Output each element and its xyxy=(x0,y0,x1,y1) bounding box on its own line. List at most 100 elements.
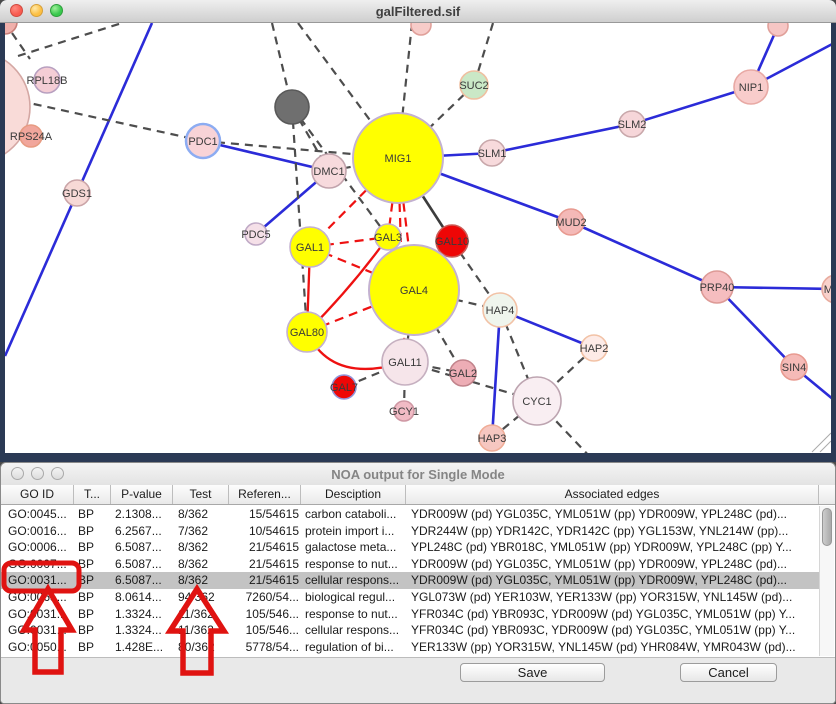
node-label-gal10: GAL10 xyxy=(435,236,469,248)
table-cell: YFR034C (pd) YBR093C, YDR009W (pd) YGL03… xyxy=(406,606,819,623)
table-cell: 15/54615 xyxy=(229,506,301,523)
table-cell: 21/54615 xyxy=(229,556,301,573)
table-cell: 11/362 xyxy=(173,606,229,623)
node-label-sin4: SIN4 xyxy=(782,362,806,374)
close-button-inactive[interactable] xyxy=(11,467,24,480)
table-row-6[interactable]: GO:0031...BP1.3324...11/362105/546...res… xyxy=(1,606,819,623)
node-label-nip1: NIP1 xyxy=(739,82,763,94)
table-cell: GO:0006... xyxy=(1,539,74,556)
table-cell: 6.2567... xyxy=(111,523,173,540)
node-label-mig1: MIG1 xyxy=(385,153,412,165)
table-cell: 1.428E... xyxy=(111,639,173,656)
close-button[interactable] xyxy=(10,4,23,17)
table-cell: GO:0016... xyxy=(1,523,74,540)
edge-blue xyxy=(492,310,500,438)
minimize-button[interactable] xyxy=(30,4,43,17)
edge-thin xyxy=(812,433,831,452)
scrollbar-thumb[interactable] xyxy=(822,508,832,546)
noa-traffic-lights xyxy=(11,467,64,480)
table-cell: BP xyxy=(74,572,111,589)
table-cell: BP xyxy=(74,639,111,656)
table-cell: 2.1308... xyxy=(111,506,173,523)
node-label-slm1: SLM1 xyxy=(478,148,507,160)
table-cell: BP xyxy=(74,622,111,639)
table-cell: GO:0065... xyxy=(1,589,74,606)
table-cell: 21/54615 xyxy=(229,572,301,589)
table-cell: 1.3324... xyxy=(111,606,173,623)
table-cell: GO:0007... xyxy=(1,556,74,573)
table-cell: YDR009W (pd) YGL035C, YML051W (pp) YDR00… xyxy=(406,572,819,589)
table-cell: 7260/54... xyxy=(229,589,301,606)
column-header-1[interactable]: T... xyxy=(74,485,111,504)
table-cell: GO:0031... xyxy=(1,572,74,589)
table-row-3[interactable]: GO:0007...BP6.5087...8/36221/54615respon… xyxy=(1,556,819,573)
table-cell: 1.3324... xyxy=(111,622,173,639)
table-cell: 80/362 xyxy=(173,639,229,656)
table-cell: 8/362 xyxy=(173,556,229,573)
column-header-3[interactable]: Test xyxy=(173,485,229,504)
table-cell: 6.5087... xyxy=(111,572,173,589)
zoom-button-inactive[interactable] xyxy=(51,467,64,480)
table-cell: 8/362 xyxy=(173,506,229,523)
zoom-button[interactable] xyxy=(50,4,63,17)
table-row-1[interactable]: GO:0016...BP6.2567...7/36210/54615protei… xyxy=(1,523,819,540)
table-cell: 8/362 xyxy=(173,539,229,556)
cancel-button[interactable]: Cancel xyxy=(680,663,777,682)
table-row-4[interactable]: GO:0031...BP6.5087...8/36221/54615cellul… xyxy=(1,572,819,589)
column-header-4[interactable]: Referen... xyxy=(229,485,301,504)
node[interactable] xyxy=(411,23,431,35)
node-label-cyc1: CYC1 xyxy=(522,396,551,408)
screen: { "app": { "title": "galFiltered.sif" },… xyxy=(0,0,836,704)
edge-blue xyxy=(492,124,632,153)
table-cell: YDR009W (pd) YGL035C, YML051W (pp) YDR00… xyxy=(406,506,819,523)
node-label-rpl18b: RPL18B xyxy=(27,75,68,87)
table-cell: response to nut... xyxy=(301,606,406,623)
minimize-button-inactive[interactable] xyxy=(31,467,44,480)
save-button[interactable]: Save xyxy=(460,663,605,682)
node-label-gal3: GAL3 xyxy=(374,232,402,244)
noa-titlebar[interactable]: NOA output for Single Mode xyxy=(1,463,835,486)
column-header-5[interactable]: Desciption xyxy=(301,485,406,504)
column-header-2[interactable]: P-value xyxy=(111,485,173,504)
table-row-5[interactable]: GO:0065...BP8.0614...94/3627260/54...bio… xyxy=(1,589,819,606)
edge-blue xyxy=(571,222,717,287)
node-label-mud2: MUD2 xyxy=(555,217,586,229)
table-cell: protein import i... xyxy=(301,523,406,540)
node[interactable] xyxy=(5,23,17,34)
noa-window: NOA output for Single Mode GO IDT...P-va… xyxy=(0,462,836,704)
node[interactable] xyxy=(768,23,788,36)
table-cell: biological regul... xyxy=(301,589,406,606)
column-header-6[interactable]: Associated edges xyxy=(406,485,819,504)
table-cell: YPL248C (pd) YBR018C, YML051W (pp) YDR00… xyxy=(406,539,819,556)
table-cell: BP xyxy=(74,606,111,623)
node-label-gal7: GAL7 xyxy=(330,382,358,394)
table-cell: GO:0050... xyxy=(1,639,74,656)
network-window-titlebar[interactable]: galFiltered.sif xyxy=(0,0,836,23)
table-cell: GO:0031... xyxy=(1,622,74,639)
table-cell: YFR034C (pd) YBR093C, YDR009W (pd) YGL03… xyxy=(406,622,819,639)
table-row-2[interactable]: GO:0006...BP6.5087...8/36221/54615galact… xyxy=(1,539,819,556)
table-cell: BP xyxy=(74,506,111,523)
noa-footer: Save Cancel xyxy=(1,657,835,703)
node[interactable] xyxy=(275,90,309,124)
node-label-suc2: SUC2 xyxy=(459,80,488,92)
table-row-0[interactable]: GO:0045...BP2.1308...8/36215/54615carbon… xyxy=(1,506,819,523)
table-cell: 105/546... xyxy=(229,606,301,623)
node-label-hap4: HAP4 xyxy=(486,305,515,317)
table-row-8[interactable]: GO:0050...BP1.428E...80/3625778/54...reg… xyxy=(1,639,819,656)
table-cell: 8.0614... xyxy=(111,589,173,606)
table-scrollbar[interactable] xyxy=(819,506,834,656)
network-canvas[interactable]: RPL18BRPS24AGDS1PDC1DMC1MIG1SUC2SLM1SLM2… xyxy=(5,23,831,453)
table-cell: 10/54615 xyxy=(229,523,301,540)
table-row-7[interactable]: GO:0031...BP1.3324...11/362105/546...cel… xyxy=(1,622,819,639)
node-label-slm2: SLM2 xyxy=(618,119,647,131)
table-cell: response to nut... xyxy=(301,556,406,573)
edge-blue xyxy=(632,87,751,124)
table-cell: carbon cataboli... xyxy=(301,506,406,523)
table-cell: regulation of bi... xyxy=(301,639,406,656)
column-header-0[interactable]: GO ID xyxy=(1,485,74,504)
table-cell: cellular respons... xyxy=(301,572,406,589)
node-label-gds1: GDS1 xyxy=(62,188,92,200)
node-label-gal4: GAL4 xyxy=(400,285,428,297)
table-cell: 6.5087... xyxy=(111,539,173,556)
